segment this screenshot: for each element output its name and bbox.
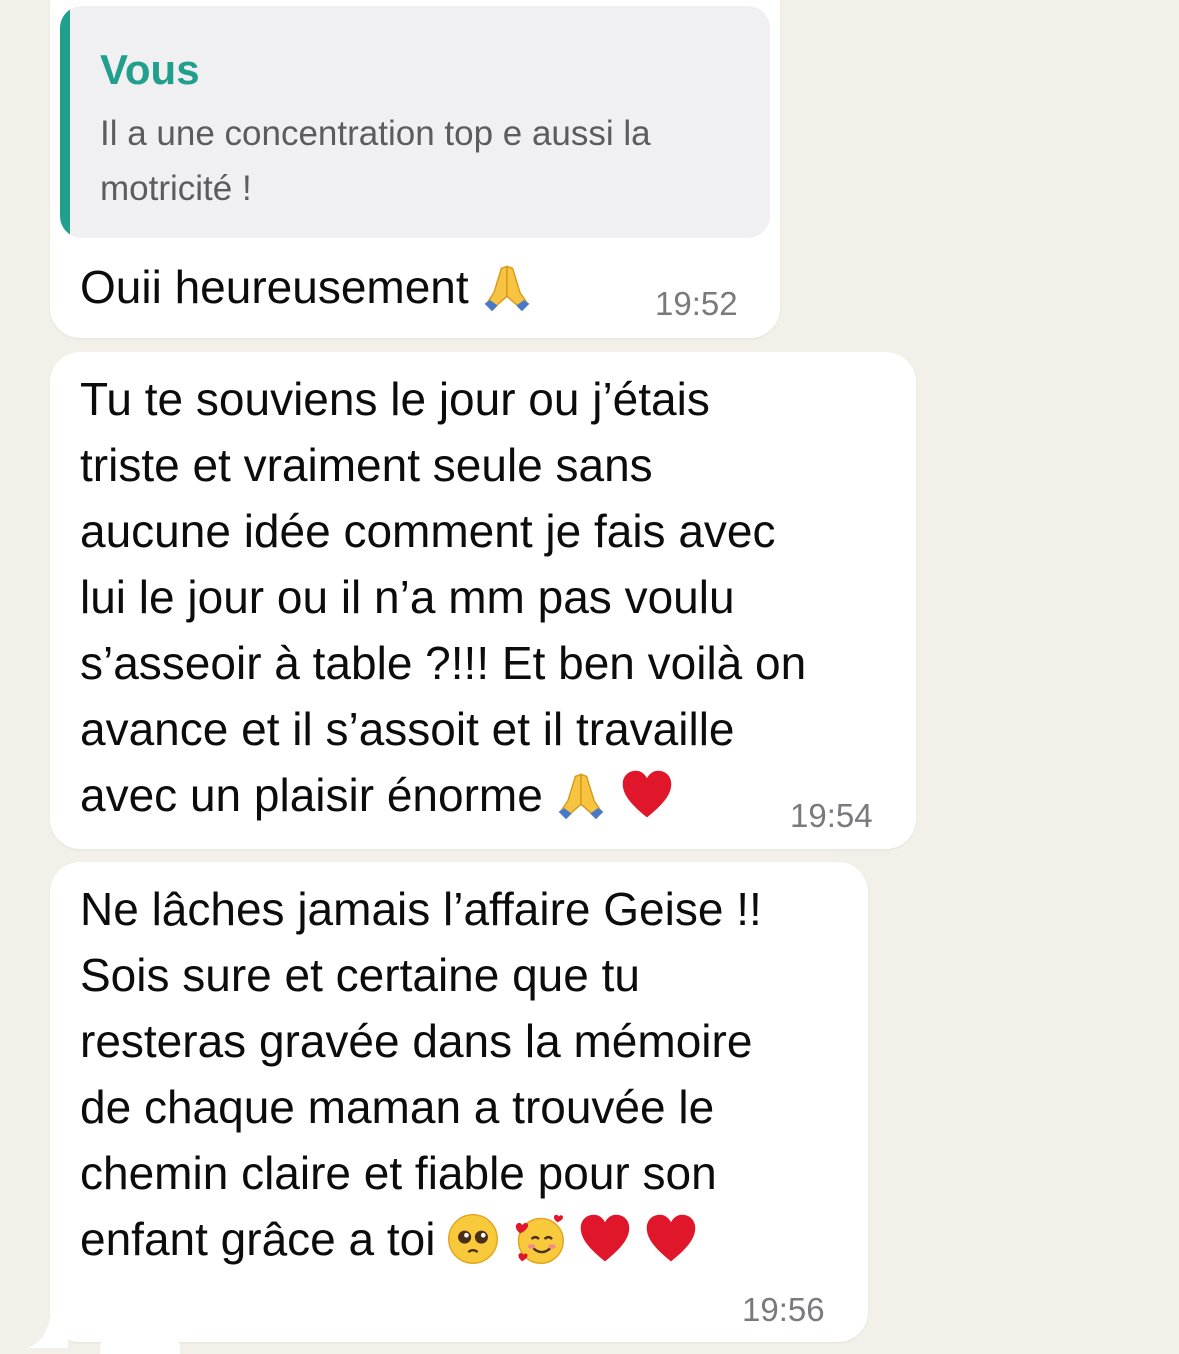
message-time: 19:52 — [655, 285, 738, 322]
quoted-reply[interactable]: Vous Il a une concentration top e aussi … — [60, 6, 770, 238]
message-text-row: Ouii heureusement — [80, 254, 535, 320]
pleading-face-icon — [448, 1213, 499, 1264]
message-bubble-2[interactable]: Tu te souviens le jour ou j’étais triste… — [50, 352, 916, 849]
message-time: 19:54 — [790, 797, 873, 834]
message-bubble-3[interactable]: Ne lâches jamais l’affaire Geise !! Sois… — [50, 862, 868, 1342]
red-heart-icon — [622, 770, 672, 818]
message-text: Ne lâches jamais l’affaire Geise !! Sois… — [80, 883, 762, 1265]
message-bubble-1[interactable]: Vous Il a une concentration top e aussi … — [50, 0, 780, 338]
message-text: Tu te souviens le jour ou j’étais triste… — [80, 373, 807, 821]
bubble-tail — [28, 1318, 68, 1348]
message-text-row: Tu te souviens le jour ou j’étais triste… — [80, 366, 900, 828]
quote-author: Vous — [100, 46, 200, 93]
message-time: 19:56 — [742, 1291, 825, 1328]
folded-hands-icon — [558, 773, 604, 820]
message-text: Ouii heureusement — [80, 261, 469, 313]
red-heart-icon — [581, 1214, 630, 1262]
smiling-face-with-hearts-icon — [516, 1214, 565, 1264]
quote-accent-bar — [60, 6, 70, 238]
quote-text: Il a une concentration top e aussi la mo… — [100, 114, 651, 208]
message-text-row: Ne lâches jamais l’affaire Geise !! Sois… — [80, 876, 860, 1272]
next-message-edge — [100, 1334, 180, 1354]
folded-hands-icon — [484, 265, 530, 312]
red-heart-icon — [647, 1214, 696, 1262]
